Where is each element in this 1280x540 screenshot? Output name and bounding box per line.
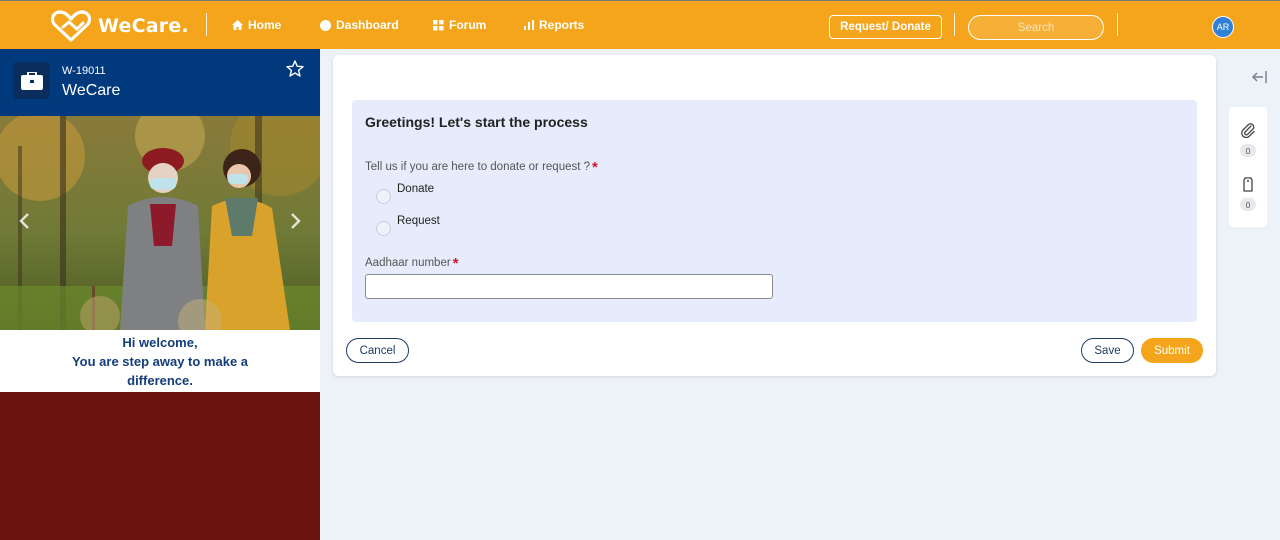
chevron-right-icon[interactable]: [290, 212, 302, 230]
question-text: Tell us if you are here to donate or req…: [365, 161, 591, 173]
attachments-count: 0: [1240, 144, 1256, 157]
forum-icon: [433, 19, 444, 30]
radio-option-request[interactable]: Request: [376, 215, 440, 236]
request-donate-button[interactable]: Request/ Donate: [829, 15, 942, 39]
required-marker: *: [452, 255, 459, 272]
brand-name: WeCare.: [98, 15, 189, 37]
donate-request-question: Tell us if you are here to donate or req…: [365, 157, 598, 176]
collapse-panel-icon[interactable]: [1251, 70, 1267, 84]
dashboard-icon: [320, 19, 331, 31]
radio-label-request: Request: [397, 215, 440, 227]
welcome-line-2: You are step away to make a difference.: [71, 354, 249, 388]
cancel-button[interactable]: Cancel: [346, 338, 409, 363]
tags-count: 0: [1240, 198, 1256, 211]
search-input[interactable]: Search: [968, 15, 1104, 40]
tag-icon[interactable]: [1241, 176, 1255, 192]
form-heading: Greetings! Let's start the process: [365, 114, 588, 130]
radio-button[interactable]: [376, 221, 391, 236]
radio-label-donate: Donate: [397, 183, 435, 195]
nav-home-label: Home: [248, 18, 282, 32]
briefcase-icon: [13, 62, 50, 99]
star-icon[interactable]: [286, 60, 304, 77]
divider: [1117, 13, 1118, 36]
form-card: Greetings! Let's start the process Tell …: [333, 55, 1216, 376]
radio-option-donate[interactable]: Donate: [376, 183, 434, 204]
heart-logo-icon: [50, 10, 92, 42]
divider: [206, 13, 207, 36]
form-section: Greetings! Let's start the process Tell …: [352, 100, 1197, 322]
nav-reports[interactable]: Reports: [524, 18, 584, 32]
nav-forum-label: Forum: [449, 18, 487, 32]
nav-forum[interactable]: Forum: [433, 18, 486, 32]
case-title: WeCare: [62, 82, 121, 99]
nav-home[interactable]: Home: [232, 18, 281, 32]
brand-logo[interactable]: WeCare.: [50, 10, 189, 42]
welcome-message: Hi welcome, You are step away to make a …: [0, 330, 320, 392]
nav-dashboard-label: Dashboard: [336, 18, 399, 32]
avatar[interactable]: AR: [1212, 16, 1234, 38]
hero-image: [0, 116, 320, 330]
nav-reports-label: Reports: [539, 18, 585, 32]
case-header: W-19011 WeCare: [0, 49, 320, 116]
paperclip-icon[interactable]: [1240, 122, 1256, 138]
utility-rail: 0 0: [1229, 107, 1267, 227]
aadhaar-label: Aadhaar number *: [365, 253, 459, 272]
submit-button[interactable]: Submit: [1141, 338, 1203, 363]
case-id: W-19011: [62, 65, 106, 77]
required-marker: *: [592, 159, 598, 176]
left-panel-footer: [0, 392, 320, 540]
aadhaar-input[interactable]: [365, 274, 773, 299]
chevron-left-icon[interactable]: [18, 212, 30, 230]
home-icon: [232, 20, 243, 30]
aadhaar-label-text: Aadhaar number: [365, 257, 451, 269]
divider: [954, 13, 955, 36]
nav-dashboard[interactable]: Dashboard: [320, 18, 399, 32]
reports-icon: [524, 20, 534, 30]
welcome-line-1: Hi welcome,: [122, 335, 198, 350]
hero-photo: [0, 116, 320, 330]
top-bar: WeCare. Home Dashboard Forum Reports Req…: [0, 0, 1280, 49]
save-button[interactable]: Save: [1081, 338, 1134, 363]
radio-button[interactable]: [376, 189, 391, 204]
